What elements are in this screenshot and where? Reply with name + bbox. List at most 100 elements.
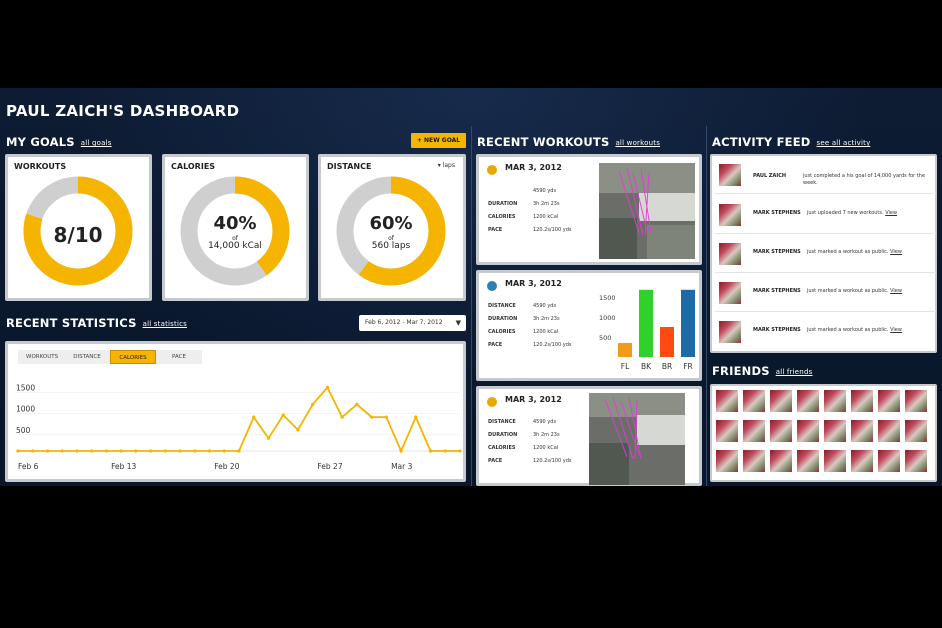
goal-card-distance[interactable]: DISTANCE ▾ laps 60% of 560 laps	[318, 154, 466, 301]
tab-distance[interactable]: DISTANCE	[64, 350, 110, 364]
friend-avatar[interactable]	[851, 420, 873, 442]
feed-item[interactable]: PAUL ZAICH just completed a his goal of …	[715, 158, 936, 194]
stroke-bar-chart: 1500 1000 500 FL BK BR FR	[599, 289, 695, 371]
friend-avatar[interactable]	[716, 390, 738, 412]
all-friends-link[interactable]: all friends	[776, 368, 813, 376]
friend-avatar[interactable]	[851, 450, 873, 472]
view-link[interactable]: View	[890, 327, 902, 333]
friend-avatar[interactable]	[878, 450, 900, 472]
friend-avatar[interactable]	[770, 450, 792, 472]
feed-heading: ACTIVITY FEED see all activity	[712, 135, 870, 149]
friend-avatar[interactable]	[824, 420, 846, 442]
data-point	[266, 436, 271, 440]
workout-card[interactable]: MAR 3, 2012 DISTANCE 4590 yds DURATION 3h …	[476, 270, 702, 381]
friend-avatar[interactable]	[905, 390, 927, 412]
tab-calories[interactable]: CALORIES	[110, 350, 156, 364]
feed-user-name[interactable]: MARK STEPHENS	[753, 210, 801, 216]
data-point	[384, 415, 388, 419]
workout-duration: DURATION 3h 2m 23s	[488, 432, 560, 438]
y-tick-label: 500	[16, 426, 31, 435]
friend-avatar[interactable]	[797, 420, 819, 442]
workout-map[interactable]	[599, 163, 695, 259]
activity-feed-card: PAUL ZAICH just completed a his goal of …	[710, 154, 937, 353]
all-workouts-link[interactable]: all workouts	[615, 139, 660, 147]
x-tick-label: BK	[641, 362, 652, 371]
avatar[interactable]	[719, 321, 741, 343]
friend-avatar[interactable]	[905, 420, 927, 442]
friend-avatar[interactable]	[743, 390, 765, 412]
goal-target: 560 laps	[371, 241, 411, 251]
friend-avatar[interactable]	[797, 450, 819, 472]
friend-avatar[interactable]	[878, 390, 900, 412]
data-point	[207, 449, 212, 453]
avatar[interactable]	[719, 204, 741, 226]
friend-avatar[interactable]	[797, 390, 819, 412]
date-range-select[interactable]: Feb 6, 2012 - Mar 7, 2012 ▼	[359, 315, 466, 331]
friend-avatar[interactable]	[824, 390, 846, 412]
friend-avatar[interactable]	[905, 450, 927, 472]
feed-item[interactable]: MARK STEPHENS just uploaded 7 new workou…	[715, 198, 936, 234]
stat-label: DISTANCE	[488, 419, 516, 425]
feed-user-name[interactable]: MARK STEPHENS	[753, 327, 801, 333]
feed-text: just uploaded 7 new workouts. View	[807, 210, 897, 216]
y-tick-label: 1000	[599, 314, 616, 322]
view-link[interactable]: View	[885, 210, 897, 216]
data-point	[119, 449, 123, 453]
feed-user-name[interactable]: MARK STEPHENS	[753, 288, 801, 294]
avatar[interactable]	[719, 282, 741, 304]
data-point	[45, 449, 50, 453]
x-tick-label: Feb 13	[111, 462, 136, 471]
stat-value: 1200 kCal	[533, 329, 559, 335]
feed-item[interactable]: MARK STEPHENS just marked a workout as p…	[715, 237, 936, 273]
feed-text-body: just marked a workout as public.	[807, 327, 889, 333]
feed-text-body: just uploaded 7 new workouts.	[807, 210, 884, 216]
feed-user-name[interactable]: MARK STEPHENS	[753, 249, 801, 255]
friend-avatar[interactable]	[824, 450, 846, 472]
workout-card[interactable]: MAR 3, 2012 DISTANCE 4590 yds DURATION 3h …	[476, 386, 702, 486]
data-point	[414, 415, 418, 419]
see-all-activity-link[interactable]: see all activity	[817, 139, 871, 147]
workout-map[interactable]	[589, 393, 685, 485]
friend-avatar[interactable]	[743, 420, 765, 442]
friend-avatar[interactable]	[716, 420, 738, 442]
new-goal-button[interactable]: + NEW GOAL	[411, 133, 466, 148]
feed-text: just marked a workout as public. View	[807, 288, 902, 294]
data-point	[355, 402, 359, 407]
x-tick-label: Feb 27	[317, 462, 342, 471]
view-link[interactable]: View	[890, 249, 902, 255]
goal-card-calories[interactable]: CALORIES 40% of 14,000 kCal	[162, 154, 309, 301]
friend-avatar[interactable]	[716, 450, 738, 472]
data-point	[222, 449, 226, 453]
column-divider	[471, 126, 472, 486]
data-point	[458, 449, 462, 453]
tab-pace[interactable]: PACE	[156, 350, 202, 364]
view-link[interactable]: View	[890, 288, 902, 294]
all-statistics-link[interactable]: all statistics	[143, 320, 187, 328]
friends-grid	[716, 390, 927, 472]
feed-text: just marked a workout as public. View	[807, 249, 902, 255]
goal-card-workouts[interactable]: WORKOUTS 8/10	[5, 154, 152, 301]
friend-avatar[interactable]	[743, 450, 765, 472]
workout-date: MAR 3, 2012	[505, 279, 562, 288]
all-goals-link[interactable]: all goals	[81, 139, 112, 147]
laps-dropdown[interactable]: ▾ laps	[438, 162, 455, 169]
feed-user-name[interactable]: PAUL ZAICH	[753, 173, 786, 179]
x-tick-label: BR	[662, 362, 672, 371]
goals-heading: MY GOALS all goals	[6, 135, 112, 149]
avatar[interactable]	[719, 164, 741, 186]
stat-label: DISTANCE	[488, 303, 516, 309]
data-point	[428, 449, 433, 453]
friend-avatar[interactable]	[851, 390, 873, 412]
tab-workouts[interactable]: WORKOUTS	[18, 350, 64, 364]
goal-label: CALORIES	[171, 162, 216, 171]
friend-avatar[interactable]	[770, 390, 792, 412]
feed-item[interactable]: MARK STEPHENS just marked a workout as p…	[715, 276, 936, 312]
friend-avatar[interactable]	[770, 420, 792, 442]
feed-item[interactable]: MARK STEPHENS just marked a workout as p…	[715, 315, 936, 351]
avatar[interactable]	[719, 243, 741, 265]
friend-avatar[interactable]	[878, 420, 900, 442]
workout-calories: CALORIES 1200 kCal	[488, 214, 558, 220]
statistics-heading: RECENT STATISTICS all statistics	[6, 316, 187, 330]
data-point	[399, 449, 403, 453]
workout-card[interactable]: MAR 3, 2012 4590 yds DURATION 3h 2m 23s C…	[476, 154, 702, 265]
